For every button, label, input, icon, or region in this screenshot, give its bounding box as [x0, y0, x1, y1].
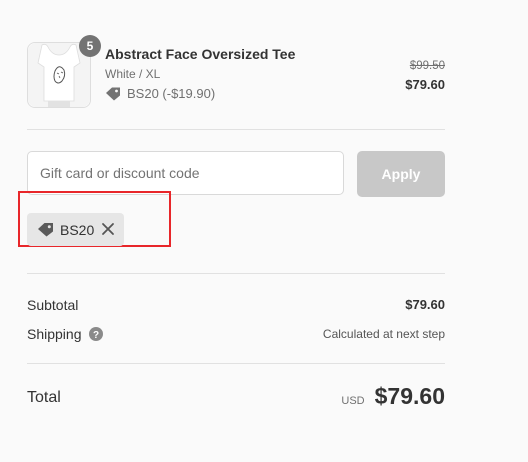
tag-icon: [38, 223, 53, 237]
help-icon[interactable]: ?: [89, 327, 103, 341]
tag-icon: [106, 87, 120, 100]
quantity-badge: 5: [79, 35, 101, 57]
applied-discount-tag: BS20: [27, 213, 124, 246]
discount-code-input[interactable]: [27, 151, 344, 195]
apply-button[interactable]: Apply: [357, 151, 445, 197]
product-thumbnail: 5: [27, 35, 101, 108]
close-icon[interactable]: [101, 222, 115, 236]
subtotal-value: $79.60: [405, 297, 445, 312]
divider: [27, 129, 445, 130]
product-title: Abstract Face Oversized Tee: [105, 46, 296, 62]
product-discount: BS20 (-$19.90): [105, 86, 215, 101]
svg-text:?: ?: [93, 330, 99, 341]
total-price: USD $79.60: [341, 383, 445, 410]
total-amount: $79.60: [374, 383, 445, 409]
divider: [27, 273, 445, 274]
currency-code: USD: [341, 395, 365, 407]
discount-code-label: BS20: [60, 221, 95, 238]
product-discount-label: BS20 (-$19.90): [127, 86, 216, 101]
subtotal-label: Subtotal: [27, 297, 79, 313]
line-item: 5 Abstract Face Oversized Tee White / XL…: [27, 35, 445, 108]
shipping-label: Shipping: [27, 326, 82, 342]
divider: [27, 363, 445, 364]
total-label: Total: [27, 389, 61, 406]
original-price: $99.50: [409, 60, 445, 72]
line-price: $79.60: [405, 77, 445, 92]
shipping-value: Calculated at next step: [322, 327, 445, 341]
product-variant: White / XL: [105, 67, 161, 81]
